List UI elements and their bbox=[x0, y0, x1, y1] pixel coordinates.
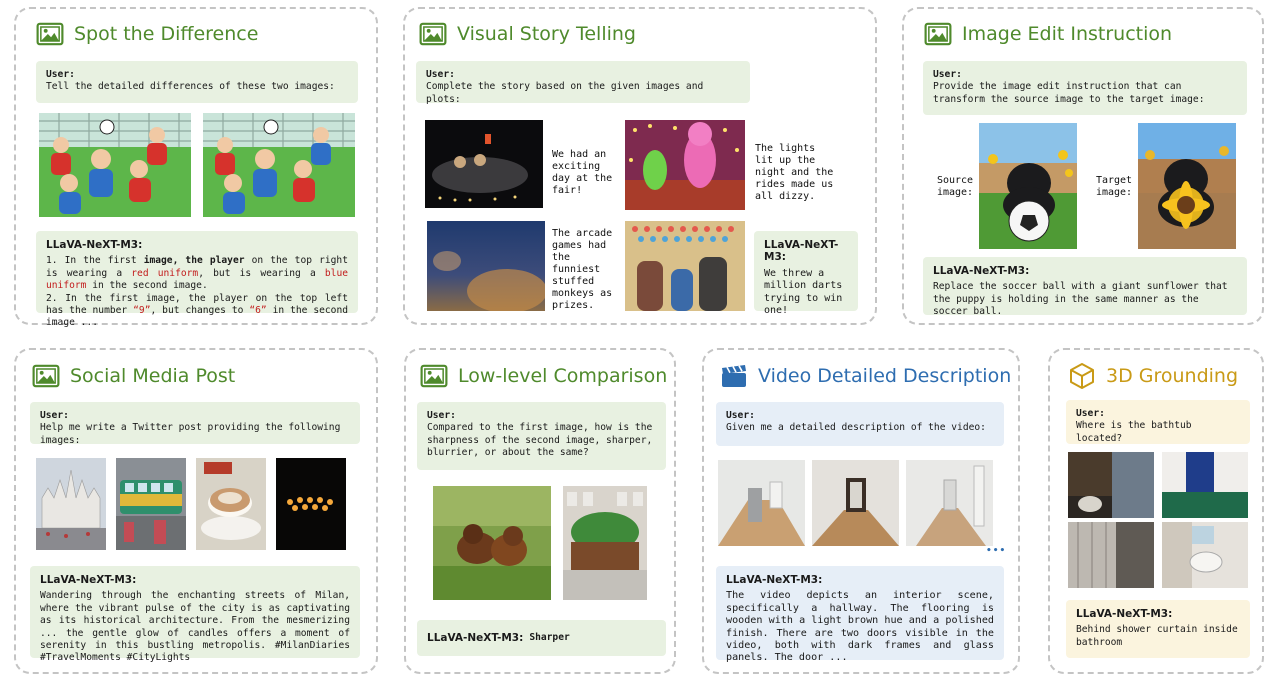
image-edit-panel: Image Edit Instruction User: Provide the… bbox=[902, 7, 1264, 325]
user-label: User: bbox=[933, 69, 962, 80]
fair-ride-photo bbox=[425, 120, 543, 208]
story-response-text: We threw a million darts trying to win o… bbox=[764, 267, 843, 317]
social-response-box: LLaVA-NeXT-M3: Wandering through the enc… bbox=[30, 566, 360, 663]
grounding-response-text: Behind shower curtain inside bathroom bbox=[1076, 624, 1238, 648]
video-response-text: The video depicts an interior scene, spe… bbox=[726, 590, 994, 664]
cube-icon bbox=[1070, 363, 1094, 389]
video-frame-1 bbox=[718, 460, 805, 546]
low-level-title: Low-level Comparison bbox=[458, 365, 668, 387]
response-label: LLaVA-NeXT-M3: bbox=[46, 239, 143, 251]
grounding-user-box: User: Where is the bathtub located? bbox=[1066, 400, 1250, 444]
social-media-title: Social Media Post bbox=[70, 365, 236, 387]
soccer-cartoon-image-1 bbox=[39, 113, 191, 217]
clapperboard-icon bbox=[722, 365, 746, 387]
image-icon bbox=[32, 364, 60, 388]
grounding-panel: 3D Grounding User: Where is the bathtub … bbox=[1048, 348, 1264, 674]
bathroom-view-1 bbox=[1068, 452, 1154, 518]
user-prompt: Given me a detailed description of the v… bbox=[726, 422, 986, 434]
spot-response-text: 1. In the first image, the player on the… bbox=[46, 255, 348, 329]
arcade-game-photo bbox=[625, 221, 745, 311]
spot-user-box: User: Tell the detailed differences of t… bbox=[36, 61, 358, 103]
video-title-row: Video Detailed Description bbox=[720, 364, 1011, 388]
grounding-title: 3D Grounding bbox=[1106, 365, 1239, 387]
response-label: LLaVA-NeXT-M3: bbox=[427, 631, 524, 644]
spot-difference-title: Spot the Difference bbox=[74, 23, 259, 45]
story-caption-1: We had an exciting day at the fair! bbox=[552, 149, 613, 196]
user-prompt: Tell the detailed differences of these t… bbox=[46, 81, 335, 93]
story-caption-3: The arcade games had the funniest stuffe… bbox=[552, 228, 613, 311]
response-label: LLaVA-NeXT-M3: bbox=[933, 265, 1030, 277]
social-media-title-row: Social Media Post bbox=[32, 364, 235, 388]
milan-tram-photo bbox=[116, 458, 186, 550]
bathroom-view-4 bbox=[1162, 522, 1248, 588]
response-label: LLaVA-NeXT-M3: bbox=[726, 574, 823, 586]
visual-story-title-row: Visual Story Telling bbox=[419, 22, 636, 46]
edit-user-box: User: Provide the image edit instruction… bbox=[923, 61, 1247, 115]
bathroom-view-3 bbox=[1068, 522, 1154, 588]
social-media-panel: Social Media Post User: Help me write a … bbox=[14, 348, 378, 674]
user-label: User: bbox=[40, 410, 69, 421]
image-icon bbox=[419, 22, 447, 46]
response-label: LLaVA-NeXT-M3: bbox=[40, 574, 137, 586]
video-response-box: LLaVA-NeXT-M3: The video depicts an inte… bbox=[716, 566, 1004, 663]
dusk-blur-photo bbox=[427, 221, 545, 311]
milan-cathedral-photo bbox=[36, 458, 106, 550]
spot-response-box: LLaVA-NeXT-M3: 1. In the first image, th… bbox=[36, 231, 358, 328]
low-level-response-text: Sharper bbox=[529, 631, 570, 643]
user-prompt: Compared to the first image, how is the … bbox=[427, 422, 653, 459]
image-edit-title-row: Image Edit Instruction bbox=[924, 22, 1172, 46]
candles-photo bbox=[276, 458, 346, 550]
video-frame-3 bbox=[906, 460, 993, 546]
puppy-soccer-source-image bbox=[979, 123, 1077, 249]
edit-response-box: LLaVA-NeXT-M3: Replace the soccer ball w… bbox=[923, 257, 1247, 318]
video-title: Video Detailed Description bbox=[758, 365, 1012, 387]
low-level-response-box: LLaVA-NeXT-M3: Sharper bbox=[417, 620, 666, 656]
user-label: User: bbox=[427, 410, 456, 421]
story-caption-2: The lights lit up the night and the ride… bbox=[755, 143, 834, 202]
social-response-text: Wandering through the enchanting streets… bbox=[40, 590, 350, 664]
puppies-grass-photo bbox=[433, 486, 551, 600]
low-level-user-box: User: Compared to the first image, how i… bbox=[417, 402, 666, 470]
response-label: LLaVA-NeXT-M3: bbox=[764, 239, 839, 264]
user-label: User: bbox=[46, 69, 75, 80]
image-icon bbox=[924, 22, 952, 46]
low-level-title-row: Low-level Comparison bbox=[420, 364, 667, 388]
social-user-box: User: Help me write a Twitter post provi… bbox=[30, 402, 360, 446]
grounding-response-box: LLaVA-NeXT-M3: Behind shower curtain ins… bbox=[1066, 600, 1250, 658]
more-frames-ellipsis: ••• bbox=[986, 546, 1007, 556]
story-response-box: LLaVA-NeXT-M3: We threw a million darts … bbox=[754, 231, 858, 316]
video-frame-2 bbox=[812, 460, 899, 546]
video-panel: Video Detailed Description User: Given m… bbox=[702, 348, 1020, 674]
visual-story-panel: Visual Story Telling User: Complete the … bbox=[403, 7, 877, 325]
target-image-label: Target image: bbox=[1095, 175, 1133, 198]
bathroom-view-2 bbox=[1162, 452, 1248, 518]
image-icon bbox=[36, 22, 64, 46]
user-prompt: Complete the story based on the given im… bbox=[426, 81, 704, 105]
source-image-label: Source image: bbox=[936, 175, 974, 198]
puppy-sunflower-target-image bbox=[1138, 123, 1236, 249]
grounding-title-row: 3D Grounding bbox=[1068, 362, 1238, 390]
carnival-lights-photo bbox=[625, 120, 745, 210]
visual-story-title: Visual Story Telling bbox=[457, 23, 636, 45]
image-icon bbox=[420, 364, 448, 388]
edit-response-text: Replace the soccer ball with a giant sun… bbox=[933, 281, 1228, 318]
user-prompt: Provide the image edit instruction that … bbox=[933, 81, 1205, 105]
spot-difference-title-row: Spot the Difference bbox=[36, 22, 258, 46]
user-label: User: bbox=[1076, 408, 1105, 419]
planter-courtyard-photo bbox=[563, 486, 647, 600]
user-prompt: Where is the bathtub located? bbox=[1076, 420, 1192, 444]
video-user-box: User: Given me a detailed description of… bbox=[716, 402, 1004, 446]
spot-difference-panel: Spot the Difference User: Tell the detai… bbox=[14, 7, 378, 328]
low-level-panel: Low-level Comparison User: Compared to t… bbox=[404, 348, 676, 674]
soccer-cartoon-image-2 bbox=[203, 113, 355, 217]
story-user-box: User: Complete the story based on the gi… bbox=[416, 61, 750, 105]
image-edit-title: Image Edit Instruction bbox=[962, 23, 1173, 45]
user-prompt: Help me write a Twitter post providing t… bbox=[40, 422, 341, 446]
user-label: User: bbox=[426, 69, 455, 80]
user-label: User: bbox=[726, 410, 755, 421]
response-label: LLaVA-NeXT-M3: bbox=[1076, 608, 1173, 620]
cappuccino-photo bbox=[196, 458, 266, 550]
